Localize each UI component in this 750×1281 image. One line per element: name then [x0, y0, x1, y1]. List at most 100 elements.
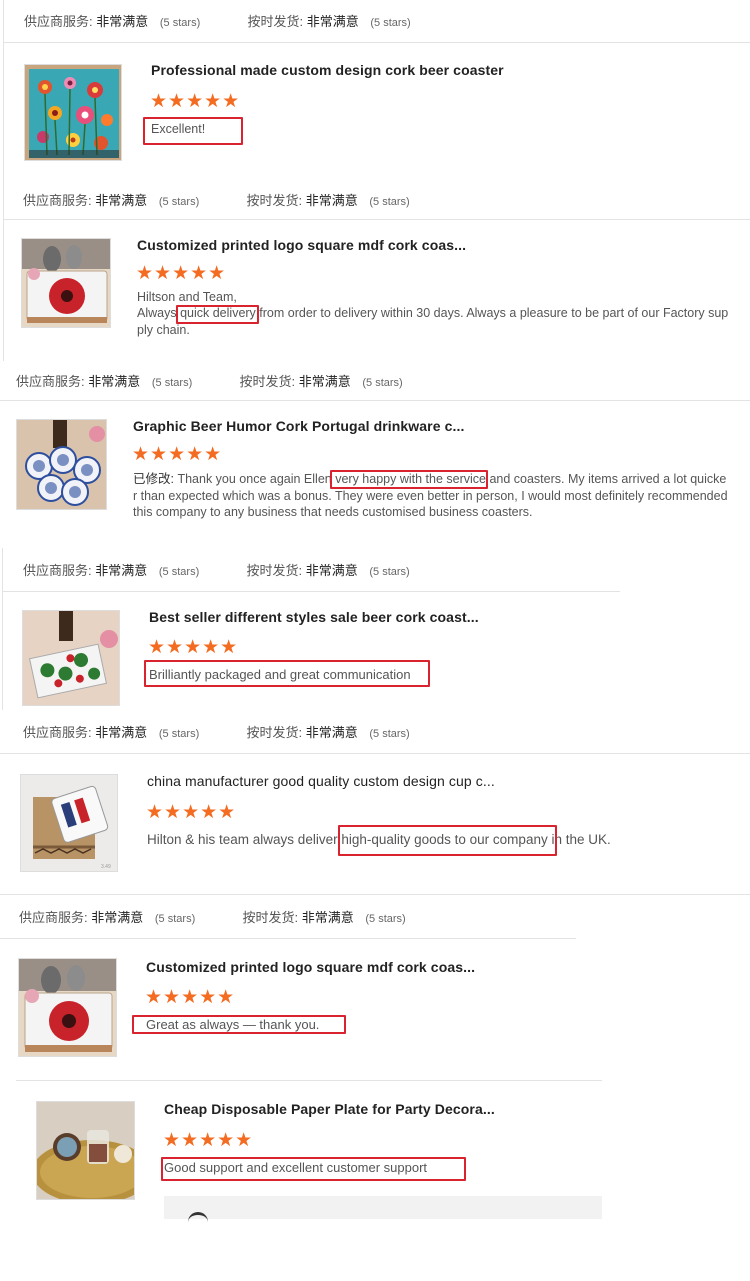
ontime-stars: (5 stars): [369, 196, 410, 208]
supplier-service-value: 非常满意: [91, 910, 144, 925]
ontime-value: 非常满意: [298, 374, 351, 389]
review-text-line: Hiltson and Team,: [137, 290, 237, 304]
highlight-box: [144, 660, 430, 687]
star-rating: ★★★★★: [150, 91, 241, 112]
product-thumbnail[interactable]: [18, 958, 117, 1057]
highlight-box: [338, 825, 557, 856]
coaster-stack-image: [23, 611, 119, 705]
supplier-service-value: 非常满意: [95, 725, 148, 740]
supplier-service-stars: (5 stars): [158, 566, 200, 578]
product-title[interactable]: Customized printed logo square mdf cork …: [137, 237, 466, 253]
cup-coaster-image: 3.49: [21, 775, 117, 871]
product-thumbnail[interactable]: [21, 238, 111, 328]
divider: [3, 219, 750, 220]
supplier-service-value: 非常满意: [95, 563, 148, 578]
mdf-coaster-image: [19, 959, 116, 1056]
edited-tag: 已修改:: [133, 472, 178, 486]
supplier-service-label: 供应商服务:: [19, 910, 88, 925]
highlight-box: [161, 1157, 466, 1181]
review-text-line: r than expected which was a bonus. They …: [133, 489, 728, 503]
review-text-segment: Thank you once again Ellen: [177, 472, 336, 486]
product-title[interactable]: Graphic Beer Humor Cork Portugal drinkwa…: [133, 418, 464, 434]
review-text-line: this company to any business that needs …: [133, 505, 533, 519]
paper-plate-image: [37, 1102, 134, 1199]
ontime-label: 按时发货:: [239, 374, 296, 389]
ontime-value: 非常满意: [301, 910, 354, 925]
ratings-row: 供应商服务: 非常满意 (5 stars) 按时发货: 非常满意 (5 star…: [19, 907, 406, 926]
review-text-segment: Always: [137, 306, 181, 320]
review-text-segment: from order to delivery within 30 days. A…: [255, 306, 729, 320]
supplier-service-label: 供应商服务:: [24, 14, 93, 29]
ratings-row: 供应商服务: 非常满意 (5 stars) 按时发货: 非常满意 (5 star…: [23, 722, 410, 741]
divider: [0, 753, 750, 754]
ontime-label: 按时发货:: [246, 725, 303, 740]
review-text-line: ply chain.: [137, 323, 190, 337]
ratings-row: 供应商服务: 非常满意 (5 stars) 按时发货: 非常满意 (5 star…: [16, 371, 403, 390]
ontime-value: 非常满意: [305, 563, 358, 578]
review-text-segment: in the UK.: [547, 832, 611, 847]
ontime-stars: (5 stars): [369, 728, 410, 740]
divider: [0, 400, 750, 401]
supplier-service-label: 供应商服务:: [23, 193, 92, 208]
divider: [0, 894, 750, 895]
ontime-value: 非常满意: [306, 14, 359, 29]
product-thumbnail[interactable]: [16, 419, 107, 510]
product-thumbnail[interactable]: [24, 64, 122, 161]
supplier-service-label: 供应商服务:: [23, 725, 92, 740]
ontime-value: 非常满意: [305, 725, 358, 740]
divider: [3, 42, 750, 43]
product-title[interactable]: Professional made custom design cork bee…: [151, 62, 504, 78]
ontime-label: 按时发货:: [247, 14, 304, 29]
divider: [16, 1080, 602, 1081]
cork-coaster-image: [25, 65, 121, 160]
divider: [2, 591, 620, 592]
supplier-service-value: 非常满意: [96, 14, 149, 29]
highlight-box: [132, 1015, 346, 1034]
supplier-service-stars: (5 stars): [159, 17, 201, 29]
star-rating: ★★★★★: [145, 987, 236, 1008]
supplier-service-value: 非常满意: [88, 374, 141, 389]
product-thumbnail[interactable]: [22, 610, 120, 706]
divider: [3, 0, 4, 42]
ontime-stars: (5 stars): [365, 913, 406, 925]
supplier-service-label: 供应商服务:: [23, 563, 92, 578]
product-title[interactable]: china manufacturer good quality custom d…: [147, 773, 495, 789]
star-rating: ★★★★★: [132, 444, 223, 465]
ontime-label: 按时发货:: [246, 563, 303, 578]
product-title[interactable]: Customized printed logo square mdf cork …: [146, 959, 475, 975]
review-text-segment: and coasters. My items arrived a lot qui…: [485, 472, 727, 486]
ratings-row: 供应商服务: 非常满意 (5 stars) 按时发货: 非常满意 (5 star…: [23, 560, 410, 579]
svg-text:3.49: 3.49: [101, 864, 111, 870]
highlight-box: [176, 305, 259, 324]
product-title[interactable]: Best seller different styles sale beer c…: [149, 609, 479, 625]
product-title[interactable]: Cheap Disposable Paper Plate for Party D…: [164, 1101, 495, 1117]
supplier-service-stars: (5 stars): [154, 913, 196, 925]
highlight-box: [143, 117, 243, 145]
truncated-reply-box: [164, 1196, 602, 1219]
ontime-stars: (5 stars): [370, 17, 411, 29]
supplier-service-stars: (5 stars): [151, 377, 193, 389]
product-thumbnail[interactable]: 3.49: [20, 774, 118, 872]
supplier-service-stars: (5 stars): [158, 728, 200, 740]
star-rating: ★★★★★: [148, 637, 239, 658]
divider: [2, 548, 3, 710]
ratings-row: 供应商服务: 非常满意 (5 stars) 按时发货: 非常满意 (5 star…: [24, 11, 411, 30]
divider: [3, 42, 4, 219]
mdf-coaster-image: [22, 239, 110, 327]
divider: [0, 938, 576, 939]
star-rating: ★★★★★: [136, 263, 227, 284]
review-text-segment: Hilton & his team always deliver: [147, 832, 342, 847]
star-rating: ★★★★★: [163, 1130, 254, 1151]
ontime-stars: (5 stars): [362, 377, 403, 389]
ontime-value: 非常满意: [305, 193, 358, 208]
cork-coaster-set-image: [17, 420, 106, 509]
ontime-stars: (5 stars): [369, 566, 410, 578]
star-rating: ★★★★★: [146, 802, 237, 823]
product-thumbnail[interactable]: [36, 1101, 135, 1200]
ratings-row: 供应商服务: 非常满意 (5 stars) 按时发货: 非常满意 (5 star…: [23, 190, 410, 209]
ontime-label: 按时发货:: [242, 910, 299, 925]
supplier-service-label: 供应商服务:: [16, 374, 85, 389]
supplier-service-stars: (5 stars): [158, 196, 200, 208]
highlight-box: [330, 470, 488, 489]
supplier-service-value: 非常满意: [95, 193, 148, 208]
